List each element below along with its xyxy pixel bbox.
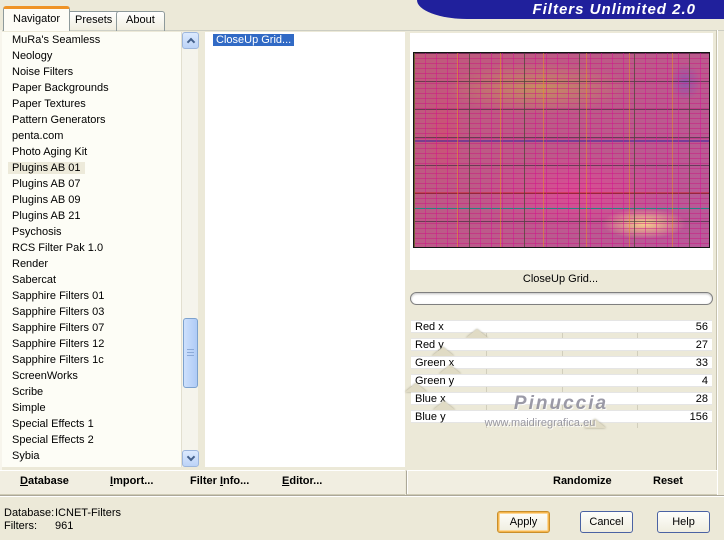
watermark-url: www.maidiregrafica.eu (484, 417, 596, 429)
navigator-list-item[interactable]: Pattern Generators (2, 112, 181, 128)
slider-value: 28 (695, 393, 708, 405)
tab-about[interactable]: About (116, 11, 165, 31)
parameter-slider[interactable]: Red x 56 (411, 320, 712, 338)
scroll-down-button[interactable] (182, 450, 199, 467)
filter-info-button[interactable]: Filter Info... (190, 475, 249, 487)
parameter-slider[interactable]: Red y 27 (411, 338, 712, 356)
slider-thumb[interactable] (404, 383, 427, 392)
navigator-list-item[interactable]: Paper Backgrounds (2, 80, 181, 96)
slider-thumb[interactable] (466, 329, 489, 338)
database-status-value: ICNET-Filters (55, 507, 121, 519)
navigator-list-item[interactable]: Plugins AB 09 (2, 192, 181, 208)
navigator-list-item[interactable]: ScreenWorks (2, 368, 181, 384)
database-status-label: Database: (4, 507, 55, 519)
navigator-list-item[interactable]: Psychosis (2, 224, 181, 240)
database-toolbar: Database Import... Filter Info... Editor… (0, 470, 405, 495)
slider-thumb[interactable] (433, 401, 456, 410)
navigator-list-item[interactable]: Special Effects 1 (2, 416, 181, 432)
navigator-list-item[interactable]: Simple (2, 400, 181, 416)
selected-filter-title: CloseUp Grid... (522, 273, 599, 285)
parameter-slider[interactable]: Green x 33 (411, 356, 712, 374)
slider-value: 33 (695, 357, 708, 369)
scrollbar-thumb[interactable] (183, 318, 198, 388)
navigator-list-item[interactable]: Plugins AB 07 (2, 176, 181, 192)
navigator-list-item[interactable]: MuRa's Seamless (2, 32, 181, 48)
slider-value: 156 (689, 411, 708, 423)
import-button[interactable]: Import... (110, 475, 153, 487)
preview-box (410, 33, 713, 270)
reset-button[interactable]: Reset (653, 475, 683, 487)
filters-count-label: Filters: (4, 520, 37, 532)
cancel-button[interactable]: Cancel (580, 511, 633, 533)
scrollbar-grip-icon (187, 349, 194, 358)
navigator-list-item[interactable]: Special Effects 2 (2, 432, 181, 448)
navigator-list-item[interactable]: Photo Aging Kit (2, 144, 181, 160)
slider-value: 4 (701, 375, 708, 387)
help-button[interactable]: Help (657, 511, 710, 533)
navigator-list-item[interactable]: Sapphire Filters 07 (2, 320, 181, 336)
navigator-list-item[interactable]: Sapphire Filters 03 (2, 304, 181, 320)
navigator-list-item[interactable]: Plugins AB 01 (2, 160, 181, 176)
slider-value: 27 (695, 339, 708, 351)
filter-preview-image (413, 52, 710, 248)
chevron-up-icon (186, 37, 196, 47)
navigator-list-item[interactable]: Paper Textures (2, 96, 181, 112)
navigator-list-item[interactable]: Sapphire Filters 01 (2, 288, 181, 304)
navigator-list-item[interactable]: Plugins AB 21 (2, 208, 181, 224)
randomize-button[interactable]: Randomize (553, 475, 612, 487)
preview-panel: CloseUp Grid... Red x 56 Red y 27 Green x 33 G… (404, 30, 717, 495)
randomize-toolbar: Randomize Reset (406, 470, 717, 495)
navigator-list-item[interactable]: Neology (2, 48, 181, 64)
navigator-list-item[interactable]: Scribe (2, 384, 181, 400)
chevron-down-icon (186, 452, 196, 462)
navigator-category-list[interactable]: MuRa's Seamless Neology Noise Filters Paper… (2, 32, 181, 467)
filter-list[interactable]: CloseUp Grid... (205, 32, 405, 467)
editor-button[interactable]: Editor... (282, 475, 322, 487)
filters-count-value: 961 (55, 520, 74, 532)
tab-presets[interactable]: Presets (65, 11, 123, 31)
navigator-list-item[interactable]: Render (2, 256, 181, 272)
slider-thumb[interactable] (431, 347, 454, 356)
scroll-up-button[interactable] (182, 32, 199, 49)
filter-list-item[interactable]: CloseUp Grid... (205, 32, 405, 48)
navigator-list-item[interactable]: Sybia (2, 448, 181, 464)
tab-navigator[interactable]: Navigator (3, 6, 71, 31)
slider-value: 56 (695, 321, 708, 333)
database-button[interactable]: Database (20, 475, 69, 487)
navigator-list-item[interactable]: Sapphire Filters 1c (2, 352, 181, 368)
progress-bar (410, 292, 713, 305)
navigator-list-item[interactable]: penta.com (2, 128, 181, 144)
slider-label: Red x (415, 321, 444, 333)
navigator-scrollbar[interactable] (181, 32, 199, 467)
parameter-slider[interactable]: Green y4 (404, 374, 712, 392)
apply-button[interactable]: Apply (497, 511, 550, 533)
navigator-list-item[interactable]: Noise Filters (2, 64, 181, 80)
navigator-list-item[interactable]: Sabercat (2, 272, 181, 288)
slider-thumb[interactable] (438, 365, 461, 374)
watermark-text: Pinuccia (513, 393, 609, 414)
window-title: Filters Unlimited 2.0 (417, 0, 724, 19)
navigator-list-item[interactable]: RCS Filter Pak 1.0 (2, 240, 181, 256)
navigator-list-item[interactable]: Sapphire Filters 12 (2, 336, 181, 352)
